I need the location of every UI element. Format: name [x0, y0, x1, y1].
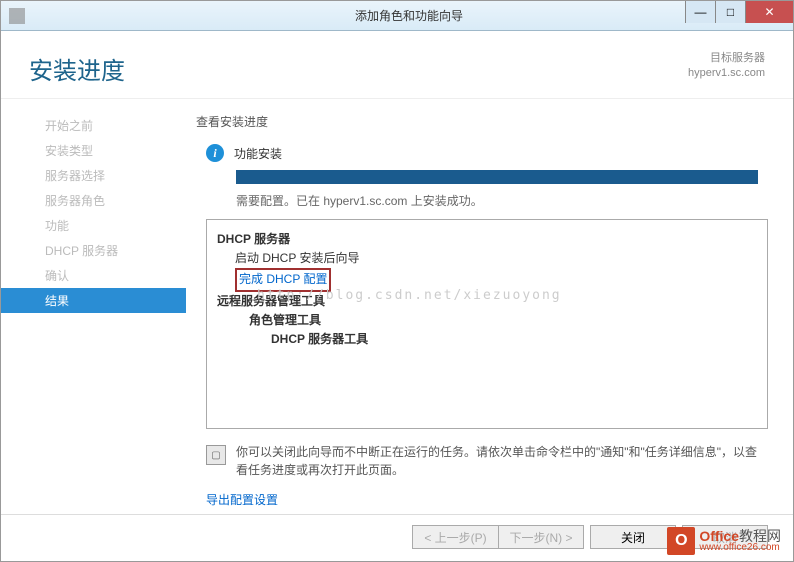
close-wizard-button[interactable]: 关闭: [590, 525, 676, 549]
sidebar-item-install-type: 安装类型: [1, 138, 186, 163]
detail-role-tools: 角色管理工具: [217, 311, 757, 330]
wizard-sidebar: 开始之前 安装类型 服务器选择 服务器角色 功能 DHCP 服务器 确认 结果: [1, 99, 186, 514]
target-server-value: hyperv1.sc.com: [688, 66, 765, 81]
sidebar-item-server-select: 服务器选择: [1, 163, 186, 188]
minimize-button[interactable]: —: [685, 1, 715, 23]
progress-bar: [236, 170, 758, 184]
footer: < 上一步(P) 下一步(N) > 关闭 取消 O Office教程网 www.…: [1, 514, 793, 561]
maximize-button[interactable]: □: [715, 1, 745, 23]
detail-remote-tools: 远程服务器管理工具: [217, 292, 757, 311]
window-controls: — □ ✕: [685, 1, 793, 23]
sidebar-item-results[interactable]: 结果: [1, 288, 186, 313]
target-server-label: 目标服务器: [688, 51, 765, 66]
progress-subtitle: 查看安装进度: [196, 113, 768, 130]
sidebar-item-before-begin: 开始之前: [1, 113, 186, 138]
target-server-info: 目标服务器 hyperv1.sc.com: [688, 51, 765, 82]
page-title: 安装进度: [29, 51, 125, 86]
flag-icon: ▢: [206, 445, 226, 465]
titlebar: 添加角色和功能向导 — □ ✕: [1, 1, 793, 31]
close-button[interactable]: ✕: [745, 1, 793, 23]
notice-row: ▢ 你可以关闭此向导而不中断正在运行的任务。请依次单击命令栏中的"通知"和"任务…: [206, 443, 768, 479]
notice-text: 你可以关闭此向导而不中断正在运行的任务。请依次单击命令栏中的"通知"和"任务详细…: [236, 443, 768, 479]
sidebar-item-dhcp-server: DHCP 服务器: [1, 238, 186, 263]
install-detail-box: http://blog.csdn.net/xiezuoyong DHCP 服务器…: [206, 219, 768, 429]
detail-dhcp-server: DHCP 服务器: [217, 230, 757, 249]
sidebar-item-server-roles: 服务器角色: [1, 188, 186, 213]
window-title: 添加角色和功能向导: [25, 7, 793, 24]
next-button: 下一步(N) >: [498, 525, 584, 549]
header: 安装进度 目标服务器 hyperv1.sc.com: [1, 31, 793, 99]
info-icon: i: [206, 144, 224, 162]
cancel-button: 取消: [682, 525, 768, 549]
status-row: i 功能安装: [196, 144, 768, 162]
app-icon: [9, 8, 25, 24]
status-text: 功能安装: [234, 145, 282, 162]
progress-message: 需要配置。已在 hyperv1.sc.com 上安装成功。: [236, 192, 768, 209]
sidebar-item-confirm: 确认: [1, 263, 186, 288]
complete-dhcp-config-link[interactable]: 完成 DHCP 配置: [235, 268, 331, 291]
main-panel: 查看安装进度 i 功能安装 需要配置。已在 hyperv1.sc.com 上安装…: [186, 99, 793, 514]
detail-launch-post-install: 启动 DHCP 安装后向导: [217, 249, 757, 268]
sidebar-item-features: 功能: [1, 213, 186, 238]
export-config-link[interactable]: 导出配置设置: [206, 491, 768, 508]
detail-dhcp-tools: DHCP 服务器工具: [217, 330, 757, 349]
prev-button: < 上一步(P): [412, 525, 498, 549]
